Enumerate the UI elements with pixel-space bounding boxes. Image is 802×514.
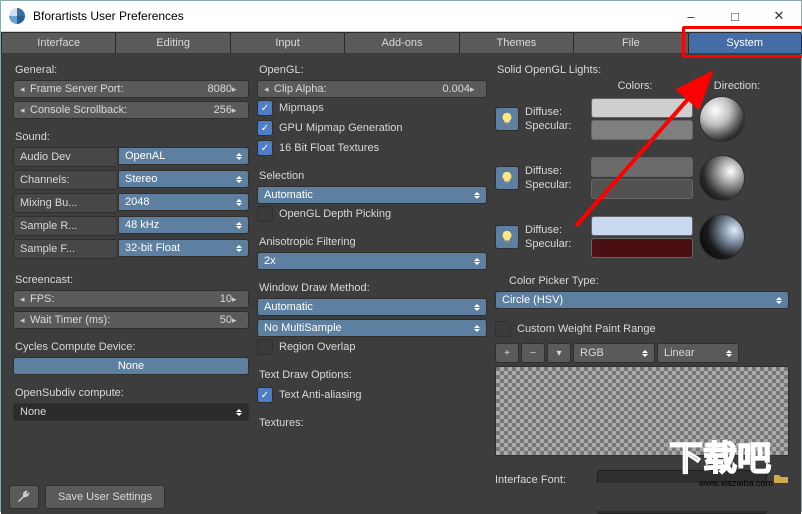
label-color-picker: Color Picker Type: [509, 275, 789, 287]
light-1-diffuse-swatch[interactable] [591, 98, 693, 118]
label-channels: Channels: [13, 170, 116, 190]
select-color-picker[interactable]: Circle (HSV) [495, 291, 789, 309]
label-screencast: Screencast: [15, 274, 249, 286]
check-float-textures[interactable]: ✓16 Bit Float Textures [257, 140, 487, 156]
label-textures: Textures: [259, 417, 487, 429]
check-depth-picking[interactable]: ✓OpenGL Depth Picking [257, 206, 487, 222]
light-2-toggle[interactable] [495, 166, 519, 190]
select-mixing[interactable]: 2048 [118, 193, 249, 211]
app-icon [9, 8, 25, 24]
lamp-icon [500, 171, 514, 185]
light-3-diffuse-label: Diffuse: [525, 224, 585, 236]
clip-alpha[interactable]: ◂Clip Alpha:0.004▸ [257, 80, 487, 98]
tab-editing[interactable]: Editing [115, 32, 230, 54]
window-title: Bforartists User Preferences [33, 9, 184, 23]
select-selection[interactable]: Automatic [257, 186, 487, 204]
titlebar: Bforartists User Preferences – □ ✕ [1, 1, 801, 32]
tab-input[interactable]: Input [230, 32, 345, 54]
ramp-interp-select[interactable]: Linear [657, 343, 739, 363]
ramp-mode-select[interactable]: RGB [573, 343, 655, 363]
light-3-specular-label: Specular: [525, 238, 585, 250]
minimize-button[interactable]: – [669, 1, 713, 31]
select-sample-rate[interactable]: 48 kHz [118, 216, 249, 234]
column-lights: Solid OpenGL Lights: Colors: Direction: … [495, 62, 789, 514]
check-region-overlap[interactable]: ✓Region Overlap [257, 339, 487, 355]
screencast-fps[interactable]: ◂FPS:10▸ [13, 290, 249, 308]
light-3-direction[interactable] [699, 214, 745, 260]
tab-interface[interactable]: Interface [1, 32, 116, 54]
select-multisample[interactable]: No MultiSample [257, 319, 487, 337]
lamp-icon [500, 112, 514, 126]
light-2: Diffuse: Specular: [495, 155, 789, 201]
light-3: Diffuse: Specular: [495, 214, 789, 260]
light-2-direction[interactable] [699, 155, 745, 201]
light-3-diffuse-swatch[interactable] [591, 216, 693, 236]
weight-colorramp-toolbar: + − ▾ RGB Linear [495, 343, 789, 363]
select-aniso[interactable]: 2x [257, 252, 487, 270]
label-sample-fmt: Sample F... [13, 239, 116, 259]
label-selection: Selection [259, 170, 487, 182]
light-1-specular-swatch[interactable] [591, 120, 693, 140]
column-general: General: ◂ Frame Server Port: 8080 ▸ ◂ C… [13, 62, 249, 514]
maximize-button[interactable]: □ [713, 1, 757, 31]
select-opensubdiv[interactable]: None [13, 403, 249, 421]
select-window-draw[interactable]: Automatic [257, 298, 487, 316]
tab-themes[interactable]: Themes [459, 32, 574, 54]
ramp-add-button[interactable]: + [495, 343, 519, 363]
light-1-toggle[interactable] [495, 107, 519, 131]
label-opensubdiv: OpenSubdiv compute: [15, 387, 249, 399]
console-scrollback[interactable]: ◂ Console Scrollback: 256 ▸ [13, 101, 249, 119]
cycles-compute-device[interactable]: None [13, 357, 249, 375]
label-window-draw: Window Draw Method: [259, 282, 487, 294]
light-2-specular-swatch[interactable] [591, 179, 693, 199]
light-1-specular-label: Specular: [525, 120, 585, 132]
light-3-specular-swatch[interactable] [591, 238, 693, 258]
weight-colorramp[interactable] [495, 366, 789, 456]
save-user-settings-button[interactable]: Save User Settings [45, 485, 165, 509]
header-colors: Colors: [585, 80, 685, 92]
frame-server-port[interactable]: ◂ Frame Server Port: 8080 ▸ [13, 80, 249, 98]
select-sample-fmt[interactable]: 32-bit Float [118, 239, 249, 257]
ramp-remove-button[interactable]: − [521, 343, 545, 363]
check-custom-weight[interactable]: ✓Custom Weight Paint Range [495, 321, 789, 337]
label-solid-lights: Solid OpenGL Lights: [497, 64, 789, 76]
label-mixing: Mixing Bu... [13, 193, 116, 213]
footer: Save User Settings [1, 483, 801, 511]
light-2-diffuse-swatch[interactable] [591, 157, 693, 177]
preferences-icon-button[interactable] [9, 485, 39, 509]
label-general: General: [15, 64, 249, 76]
tab-addons[interactable]: Add-ons [344, 32, 459, 54]
ramp-menu-button[interactable]: ▾ [547, 343, 571, 363]
lamp-icon [500, 230, 514, 244]
label-aniso: Anisotropic Filtering [259, 236, 487, 248]
header-direction: Direction: [685, 80, 789, 92]
label-sound: Sound: [15, 131, 249, 143]
label-opengl: OpenGL: [259, 64, 487, 76]
screencast-wait[interactable]: ◂Wait Timer (ms):50▸ [13, 311, 249, 329]
light-1-diffuse-label: Diffuse: [525, 106, 585, 118]
label-cycles: Cycles Compute Device: [15, 341, 249, 353]
column-opengl: OpenGL: ◂Clip Alpha:0.004▸ ✓Mipmaps ✓GPU… [257, 62, 487, 514]
light-3-toggle[interactable] [495, 225, 519, 249]
tab-system[interactable]: System [688, 32, 802, 54]
light-2-specular-label: Specular: [525, 179, 585, 191]
tab-file[interactable]: File [573, 32, 688, 54]
light-1: Diffuse: Specular: [495, 96, 789, 142]
check-mipmaps[interactable]: ✓Mipmaps [257, 100, 487, 116]
preferences-tabs: Interface Editing Input Add-ons Themes F… [1, 32, 801, 52]
label-audio-dev: Audio Dev [13, 147, 116, 167]
light-1-direction[interactable] [699, 96, 745, 142]
select-audio-dev[interactable]: OpenAL [118, 147, 249, 165]
select-channels[interactable]: Stereo [118, 170, 249, 188]
label-sample-rate: Sample R... [13, 216, 116, 236]
check-text-aa[interactable]: ✓Text Anti-aliasing [257, 387, 487, 403]
wrench-icon [16, 489, 32, 505]
light-2-diffuse-label: Diffuse: [525, 165, 585, 177]
close-button[interactable]: ✕ [757, 1, 801, 31]
label-text-draw: Text Draw Options: [259, 369, 487, 381]
check-gpu-mipmap[interactable]: ✓GPU Mipmap Generation [257, 120, 487, 136]
